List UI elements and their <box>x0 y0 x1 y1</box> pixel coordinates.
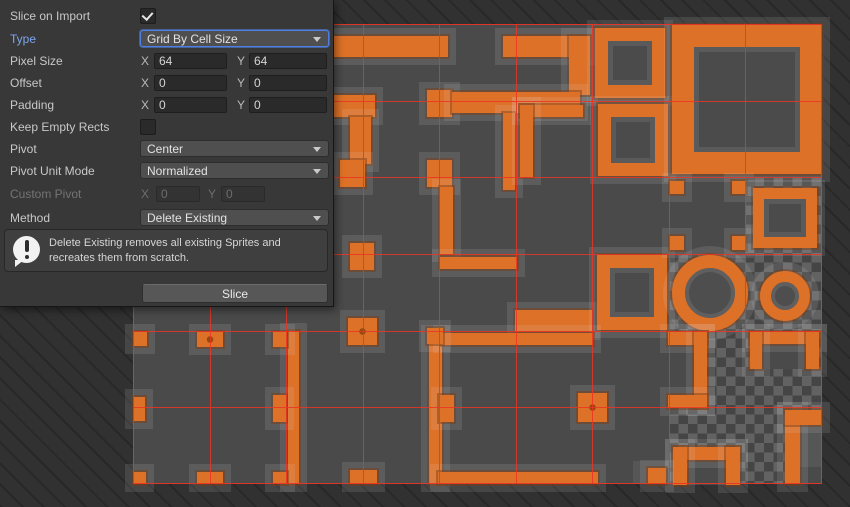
pivot-unit-mode-dropdown-value: Normalized <box>147 164 208 178</box>
offset-y-label: Y <box>237 76 245 90</box>
slice-button[interactable]: Slice <box>142 284 328 303</box>
slice-panel: Slice on Import Type Grid By Cell Size P… <box>0 0 334 307</box>
method-dropdown[interactable]: Delete Existing <box>140 209 329 226</box>
grid-line-horizontal <box>133 407 822 408</box>
offset-y-field[interactable]: 0 <box>249 75 327 91</box>
exclamation-bubble-icon <box>13 236 40 263</box>
offset-x-field[interactable]: 0 <box>154 75 227 91</box>
offset-label: Offset <box>10 76 42 90</box>
pivot-label: Pivot <box>10 142 37 156</box>
custom-pivot-y-field: 0 <box>221 186 265 202</box>
padding-label: Padding <box>10 98 54 112</box>
sprite-editor-stage: Slice on Import Type Grid By Cell Size P… <box>0 0 850 507</box>
type-label: Type <box>10 32 36 46</box>
type-dropdown-value: Grid By Cell Size <box>147 32 238 46</box>
slice-on-import-label: Slice on Import <box>10 9 90 23</box>
keep-empty-rects-label: Keep Empty Rects <box>10 120 109 134</box>
pixel-size-label: Pixel Size <box>10 54 63 68</box>
pivot-dropdown[interactable]: Center <box>140 140 329 157</box>
slice-on-import-checkbox[interactable] <box>140 8 156 24</box>
pivot-unit-mode-dropdown[interactable]: Normalized <box>140 162 329 179</box>
pixel-size-y-field[interactable]: 64 <box>249 53 327 69</box>
padding-x-label: X <box>141 98 149 112</box>
method-dropdown-value: Delete Existing <box>147 211 227 225</box>
chevron-down-icon <box>313 147 321 152</box>
pivot-dropdown-value: Center <box>147 142 183 156</box>
offset-x-label: X <box>141 76 149 90</box>
custom-pivot-x-label: X <box>141 187 149 201</box>
keep-empty-rects-checkbox[interactable] <box>140 119 156 135</box>
pixel-size-y-label: Y <box>237 54 245 68</box>
chevron-down-icon <box>313 216 321 221</box>
chevron-down-icon <box>313 37 321 42</box>
padding-y-label: Y <box>237 98 245 112</box>
custom-pivot-x-field: 0 <box>156 186 200 202</box>
chevron-down-icon <box>313 169 321 174</box>
method-warning-text: Delete Existing removes all existing Spr… <box>49 236 281 266</box>
custom-pivot-y-label: Y <box>208 187 216 201</box>
method-label: Method <box>10 211 50 225</box>
grid-line-horizontal <box>133 331 822 332</box>
padding-x-field[interactable]: 0 <box>154 97 227 113</box>
type-dropdown[interactable]: Grid By Cell Size <box>140 30 329 47</box>
padding-y-field[interactable]: 0 <box>249 97 327 113</box>
custom-pivot-label: Custom Pivot <box>10 187 81 201</box>
method-warning-box: Delete Existing removes all existing Spr… <box>4 229 328 272</box>
pixel-size-x-label: X <box>141 54 149 68</box>
pixel-size-x-field[interactable]: 64 <box>154 53 227 69</box>
checkmark-icon <box>142 8 154 20</box>
pivot-unit-mode-label: Pivot Unit Mode <box>10 164 95 178</box>
